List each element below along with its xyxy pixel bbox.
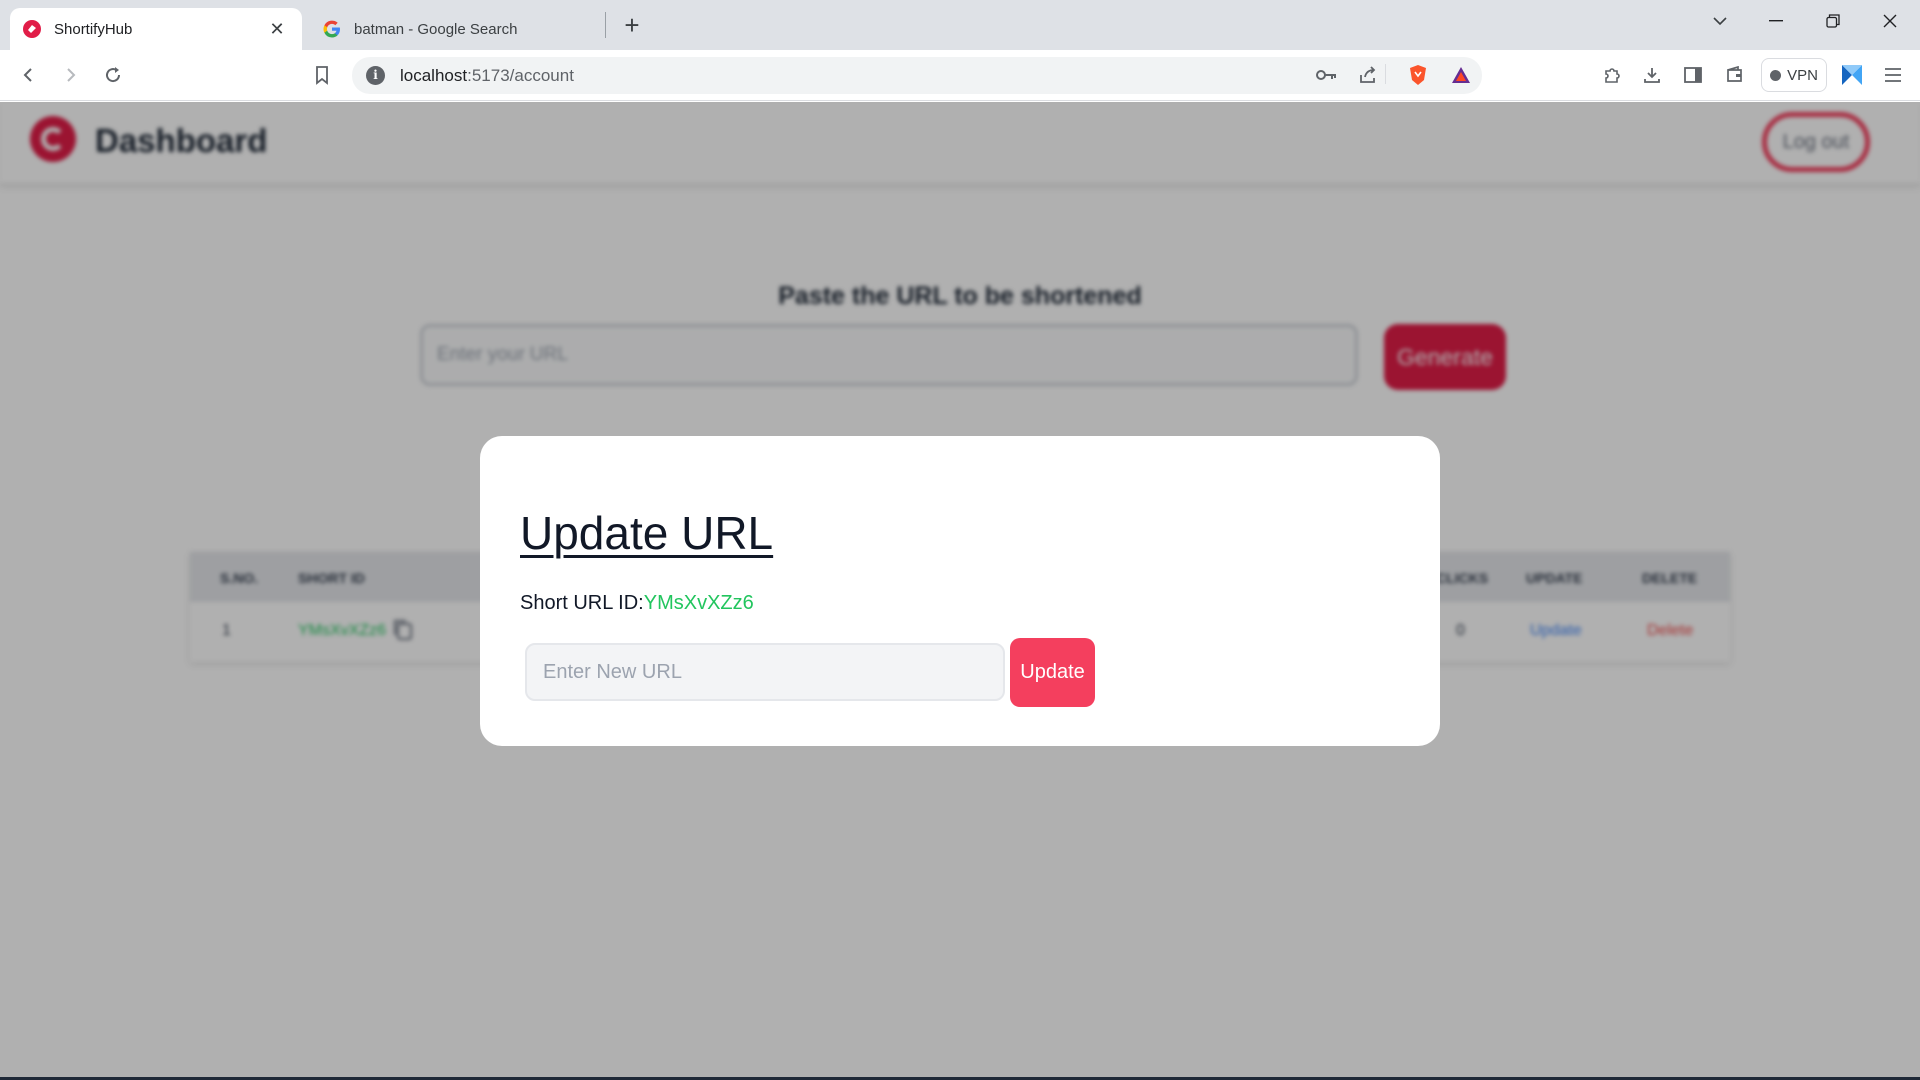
- toolbar-divider: [1385, 64, 1386, 84]
- password-key-icon[interactable]: [1312, 60, 1342, 90]
- profile-avatar-icon[interactable]: [1837, 60, 1867, 90]
- brave-shields-icon[interactable]: [1403, 60, 1433, 90]
- menu-hamburger-icon[interactable]: [1878, 60, 1908, 90]
- back-arrow-icon[interactable]: [14, 60, 44, 90]
- extensions-puzzle-icon[interactable]: [1597, 60, 1627, 90]
- bookmark-icon[interactable]: [307, 60, 337, 90]
- tab-shortifyhub[interactable]: ShortifyHub ✕: [10, 8, 302, 50]
- update-button[interactable]: Update: [1010, 638, 1095, 707]
- close-window-icon[interactable]: [1870, 4, 1910, 38]
- short-id-value: YMsXvXZz6: [643, 592, 754, 614]
- site-info-icon[interactable]: i: [366, 66, 385, 85]
- address-url[interactable]: localhost:5173/account: [400, 66, 574, 86]
- tab-close-icon[interactable]: ✕: [266, 19, 288, 40]
- short-url-id: Short URL ID:YMsXvXZz6: [520, 592, 754, 615]
- modal-title: Update URL: [520, 507, 774, 559]
- new-url-input[interactable]: [525, 643, 1005, 701]
- downloads-icon[interactable]: [1637, 60, 1667, 90]
- tab-google-search[interactable]: batman - Google Search: [310, 8, 606, 50]
- restore-icon[interactable]: [1813, 4, 1853, 38]
- short-id-label: Short URL ID:: [520, 592, 644, 614]
- forward-arrow-icon[interactable]: [55, 60, 85, 90]
- wallet-icon[interactable]: [1720, 60, 1750, 90]
- vpn-status-icon: [1770, 69, 1782, 81]
- new-tab-plus-icon[interactable]: +: [618, 12, 646, 40]
- tab-separator: [605, 12, 606, 38]
- vpn-button[interactable]: VPN: [1761, 58, 1827, 92]
- brave-rewards-icon[interactable]: [1446, 60, 1476, 90]
- vpn-label: VPN: [1787, 66, 1818, 84]
- tab-title: batman - Google Search: [354, 20, 518, 38]
- page-content: Dashboard Log out Paste the URL to be sh…: [0, 102, 1920, 1080]
- shortifyhub-favicon-icon: [23, 20, 41, 38]
- url-host: localhost: [400, 66, 468, 85]
- reload-icon[interactable]: [98, 60, 128, 90]
- update-url-modal: Update URL Short URL ID:YMsXvXZz6 Update: [480, 436, 1440, 746]
- tab-search-chevron-icon[interactable]: [1700, 4, 1740, 38]
- tab-title: ShortifyHub: [54, 20, 133, 38]
- browser-tabstrip: ShortifyHub ✕ batman - Google Search +: [0, 0, 1920, 50]
- share-icon[interactable]: [1353, 60, 1383, 90]
- google-favicon-icon: [323, 20, 340, 38]
- sidebar-toggle-icon[interactable]: [1678, 60, 1708, 90]
- url-path: :5173/account: [467, 66, 574, 85]
- minimize-icon[interactable]: [1756, 4, 1796, 38]
